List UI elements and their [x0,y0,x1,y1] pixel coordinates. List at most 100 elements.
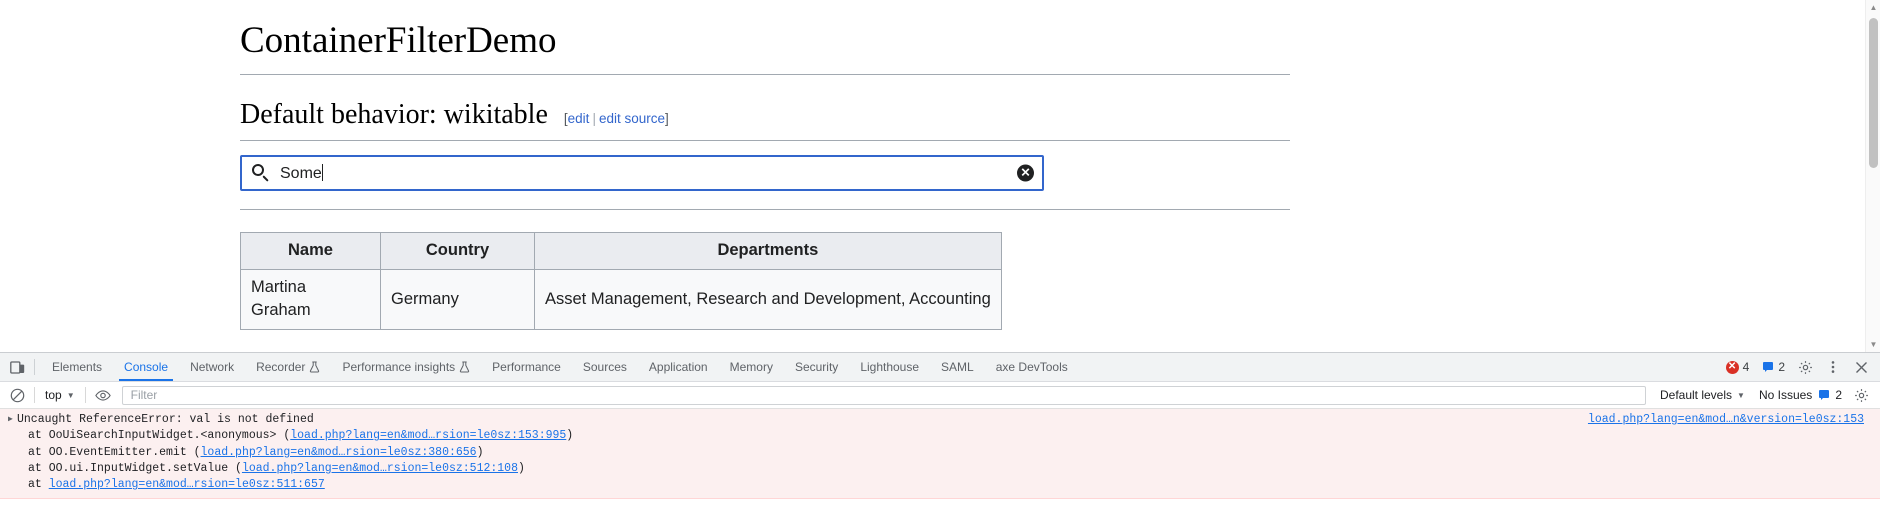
execution-context-selector[interactable]: top ▼ [39,385,81,405]
edit-source-link[interactable]: edit source [599,111,665,126]
tab-recorder[interactable]: Recorder [245,353,331,381]
edit-bracket-close: ] [665,111,669,127]
console-message-list: load.php?lang=en&mod…n&version=le0sz:153… [0,409,1880,516]
tab-elements-label: Elements [52,360,103,374]
gear-icon[interactable] [1792,354,1818,380]
close-icon[interactable] [1848,354,1874,380]
tab-elements[interactable]: Elements [41,353,113,381]
stack-frame-prefix: at OO.ui.InputWidget.setValue ( [28,461,242,475]
tab-recorder-label: Recorder [256,360,306,374]
browser-window: ContainerFilterDemo Default behavior: wi… [0,0,1880,516]
results-table: Name Country Departments Martina Graham … [240,231,1002,331]
tab-performance-label: Performance [492,360,561,374]
clear-search-button[interactable]: ✕ [1017,164,1034,182]
tab-application[interactable]: Application [638,353,719,381]
stack-frame-suffix: ) [566,429,574,443]
page-content-area: ContainerFilterDemo Default behavior: wi… [0,0,1880,352]
content-divider [240,208,1290,210]
stack-frame: at OoUiSearchInputWidget.<anonymous> (lo… [0,428,1880,444]
tabbar-divider [34,359,35,375]
chevron-down-icon: ▼ [1737,390,1745,400]
warning-count-badge[interactable]: 2 [1756,360,1790,374]
clear-console-icon[interactable] [4,383,30,407]
error-count: 4 [1742,360,1750,374]
stack-frame: at load.php?lang=en&mod…rsion=le0sz:511:… [0,477,1880,493]
tab-network[interactable]: Network [179,353,245,381]
search-text: Some [280,164,322,182]
live-expression-eye-icon[interactable] [90,383,116,407]
execution-context-label: top [45,388,62,402]
warning-flag-icon [1761,361,1774,374]
device-toolbar-icon[interactable] [2,353,32,381]
table-header-country[interactable]: Country [380,231,535,270]
tab-saml[interactable]: SAML [930,353,985,381]
stack-frame-link[interactable]: load.php?lang=en&mod…rsion=le0sz:511:657 [49,478,325,491]
scrollbar-thumb[interactable] [1869,18,1878,168]
tab-sources[interactable]: Sources [572,353,638,381]
tab-network-label: Network [190,360,235,374]
cell-country: Germany [380,268,535,331]
tab-axe-devtools-label: axe DevTools [995,360,1068,374]
search-icon [252,163,270,182]
console-error-source-link[interactable]: load.php?lang=en&mod…n&version=le0sz:153 [1588,413,1864,426]
console-error-group[interactable]: load.php?lang=en&mod…n&version=le0sz:153… [0,409,1880,499]
stack-frame-suffix: ) [476,445,484,459]
tab-axe-devtools[interactable]: axe DevTools [985,353,1079,381]
console-levels-selector[interactable]: Default levels ▼ [1652,388,1753,402]
experiment-flask-icon [459,361,470,373]
console-levels-label: Default levels [1659,388,1733,402]
text-cursor [321,163,323,181]
issues-label: No Issues [1758,388,1813,402]
tab-lighthouse[interactable]: Lighthouse [849,353,930,381]
console-filter-input[interactable] [128,387,1639,403]
tab-memory-label: Memory [729,360,773,374]
stack-frame-link[interactable]: load.php?lang=en&mod…rsion=le0sz:512:108 [242,462,518,475]
clear-search-glyph: ✕ [1020,165,1031,180]
edit-link[interactable]: edit [568,111,590,126]
error-count-badge[interactable]: ✕ 4 [1721,360,1755,374]
issues-count: 2 [1835,388,1842,402]
error-icon: ✕ [1725,360,1739,374]
tab-console[interactable]: Console [113,353,179,381]
edit-section-links: [edit | edit source] [564,111,669,126]
stack-frame-suffix: ) [517,461,525,475]
console-filter-input-wrapper[interactable] [121,385,1646,405]
console-toolbar: top ▼ Default levels ▼ No Issues [0,382,1880,409]
tab-saml-label: SAML [941,360,974,374]
stack-frame-prefix: at OoUiSearchInputWidget.<anonymous> ( [28,429,291,443]
stack-frame-link[interactable]: load.php?lang=en&mod…rsion=le0sz:380:656 [201,446,477,459]
stack-frame-link[interactable]: load.php?lang=en&mod…rsion=le0sz:153:995 [290,429,566,442]
stack-frame: at OO.ui.InputWidget.setValue (load.php?… [0,461,1880,477]
toolbar-divider-1 [34,387,35,403]
expand-triangle-icon[interactable]: ▶ [8,414,17,425]
search-input-box[interactable]: Some [240,154,1044,191]
scrollbar-up-arrow[interactable]: ▲ [1866,0,1880,15]
tab-application-label: Application [648,360,708,374]
table-header-name[interactable]: Name [240,231,381,270]
table-header-departments[interactable]: Departments [534,231,1002,270]
toolbar-divider-2 [84,387,86,403]
warning-count: 2 [1778,360,1785,374]
kebab-menu-icon[interactable] [1820,354,1846,380]
tab-performance-insights-label: Performance insights [342,360,456,374]
tab-performance-insights[interactable]: Performance insights [331,353,481,381]
cell-name: Martina Graham [240,268,381,331]
scrollbar-down-arrow[interactable]: ▼ [1866,337,1880,352]
issues-button[interactable]: No Issues 2 [1753,388,1848,402]
table-row: Martina Graham Germany Asset Management,… [240,268,1002,331]
tab-performance[interactable]: Performance [481,353,572,381]
stack-frame: at OO.EventEmitter.emit (load.php?lang=e… [0,445,1880,461]
experiment-flask-icon [309,361,320,373]
tab-console-label: Console [124,360,169,374]
page-title: ContainerFilterDemo [240,18,1290,76]
tab-memory[interactable]: Memory [719,353,784,381]
devtools-panel: Elements Console Network Recorder Perfor… [0,352,1880,516]
search-input-value[interactable]: Some [280,163,323,182]
filter-search-widget[interactable]: Some ✕ [240,154,1044,191]
page-vertical-scrollbar[interactable]: ▲ ▼ [1865,0,1880,352]
console-settings-gear-icon[interactable] [1848,383,1874,407]
tab-security[interactable]: Security [784,353,849,381]
section-heading: Default behavior: wikitable [240,99,548,131]
issues-flag-icon [1817,389,1830,402]
section-heading-row: Default behavior: wikitable [edit | edit s… [240,97,1290,141]
